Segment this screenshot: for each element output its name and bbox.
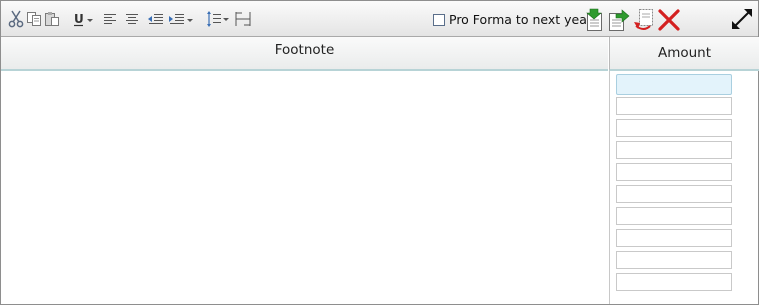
amount-input[interactable] [616,74,732,95]
expand-icon[interactable] [730,7,754,31]
column-width-icon[interactable] [234,9,252,29]
amount-header-label: Amount [657,45,712,61]
line-spacing-icon[interactable] [206,9,230,29]
export-icon[interactable] [608,8,630,32]
pro-forma-toggle[interactable]: Pro Forma to next year [433,12,592,27]
footnote-header-label: Footnote [274,42,335,58]
amount-input[interactable] [616,141,732,159]
column-divider [609,71,610,304]
amount-input[interactable] [616,207,732,225]
table-header: Footnote Amount [1,37,759,71]
footnote-editor-panel: U Pro Forma to next year Footnote Amount [0,0,759,305]
amount-input[interactable] [616,119,732,137]
amount-column-header[interactable]: Amount [609,37,759,71]
paste-icon[interactable] [44,9,60,29]
delete-icon[interactable] [657,8,681,32]
amount-input[interactable] [616,163,732,181]
indent-icon[interactable] [168,9,194,29]
undo-icon[interactable] [632,8,656,32]
amount-input[interactable] [616,229,732,247]
amount-input[interactable] [616,251,732,269]
underline-icon[interactable]: U [73,9,95,29]
footnote-text-area[interactable] [1,71,608,304]
underline-label: U [74,12,84,26]
amount-input[interactable] [616,273,732,291]
copy-icon[interactable] [26,9,42,29]
amount-input[interactable] [616,97,732,115]
pro-forma-checkbox[interactable] [433,13,445,26]
footnote-column-header[interactable]: Footnote [1,37,608,71]
align-left-icon[interactable] [102,9,118,29]
align-center-icon[interactable] [124,9,140,29]
import-icon[interactable] [584,8,604,32]
pro-forma-label: Pro Forma to next year [449,12,592,27]
outdent-icon[interactable] [147,9,164,29]
toolbar: U Pro Forma to next year [1,1,758,37]
amount-input[interactable] [616,185,732,203]
cut-icon[interactable] [8,9,24,29]
